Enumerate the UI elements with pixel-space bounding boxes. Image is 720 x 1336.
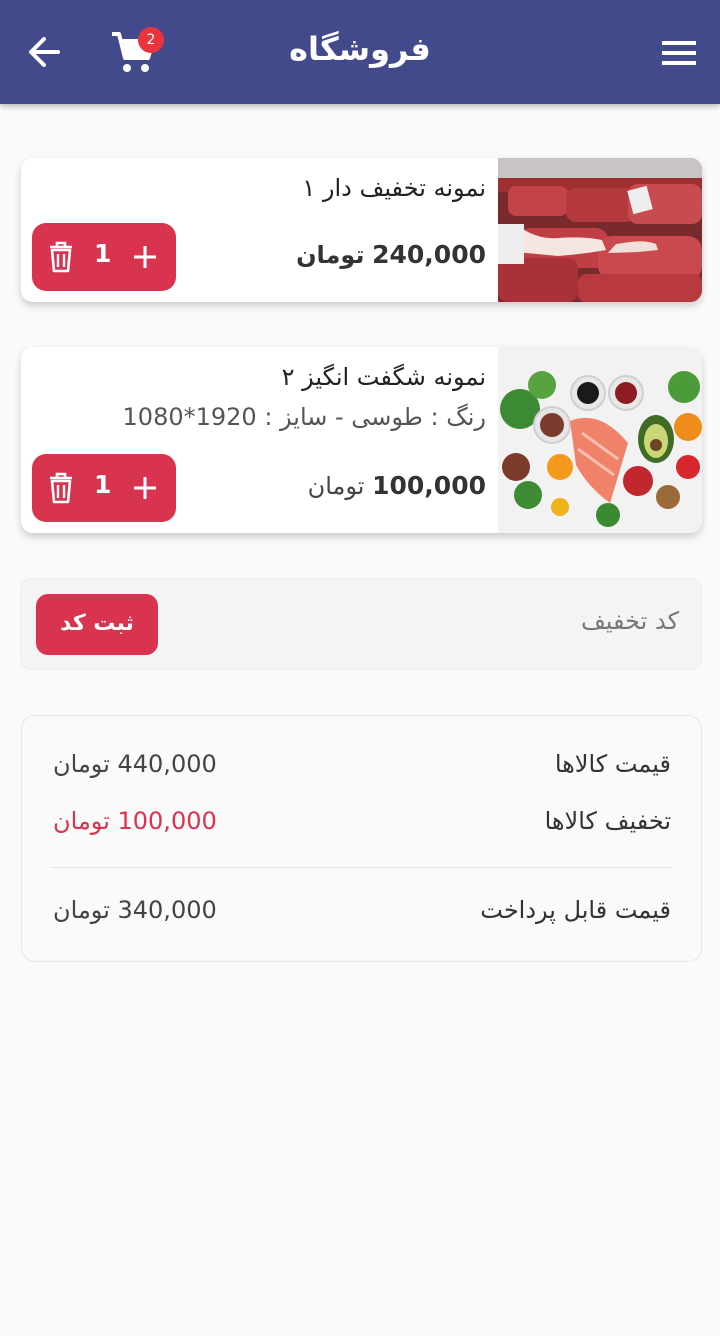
trash-icon[interactable] <box>48 241 74 273</box>
quantity-stepper: 1 <box>32 454 176 522</box>
items-price-label: قیمت کالاها <box>554 750 671 778</box>
quantity-value: 1 <box>94 470 112 499</box>
product-price: 100,000 تومان <box>308 471 486 500</box>
discount-value: 100,000 تومان <box>53 807 217 835</box>
coupon-box: کد تخفیف ثبت کد <box>20 578 702 670</box>
product-name: نمونه تخفیف دار ۱ <box>302 174 486 202</box>
product-image-meat[interactable] <box>498 158 702 302</box>
product-name: نمونه شگفت انگیز ۲ <box>281 363 486 391</box>
app-bar: 2 فروشگاه <box>0 0 720 104</box>
payable-value: 340,000 تومان <box>53 896 217 924</box>
discount-label: تخفیف کالاها <box>544 807 671 835</box>
cart-item: نمونه تخفیف دار ۱ 240,000 تومان 1 <box>21 158 702 302</box>
price-currency: تومان <box>307 472 365 500</box>
submit-coupon-button[interactable]: ثبت کد <box>36 594 158 655</box>
product-variant: رنگ : طوسی - سایز : 1920*1080 <box>122 403 486 431</box>
cart-item: نمونه شگفت انگیز ۲ رنگ : طوسی - سایز : 1… <box>21 347 702 533</box>
price-currency: تومان <box>296 241 365 269</box>
plus-icon[interactable] <box>132 244 158 270</box>
payable-label: قیمت قابل پرداخت <box>480 896 671 924</box>
coupon-code-input[interactable]: کد تخفیف <box>581 607 679 635</box>
product-image-food[interactable] <box>498 347 702 533</box>
price-amount: 240,000 <box>372 240 486 269</box>
summary-divider <box>52 867 671 868</box>
trash-icon[interactable] <box>48 472 74 504</box>
hamburger-menu-icon[interactable] <box>660 38 698 68</box>
price-amount: 100,000 <box>372 471 486 500</box>
quantity-value: 1 <box>94 239 112 268</box>
plus-icon[interactable] <box>132 475 158 501</box>
quantity-stepper: 1 <box>32 223 176 291</box>
page-title: فروشگاه <box>289 30 431 68</box>
items-price-value: 440,000 تومان <box>53 750 217 778</box>
order-summary: قیمت کالاها 440,000 تومان تخفیف کالاها 1… <box>21 715 702 962</box>
product-price: 240,000 تومان <box>296 240 486 269</box>
